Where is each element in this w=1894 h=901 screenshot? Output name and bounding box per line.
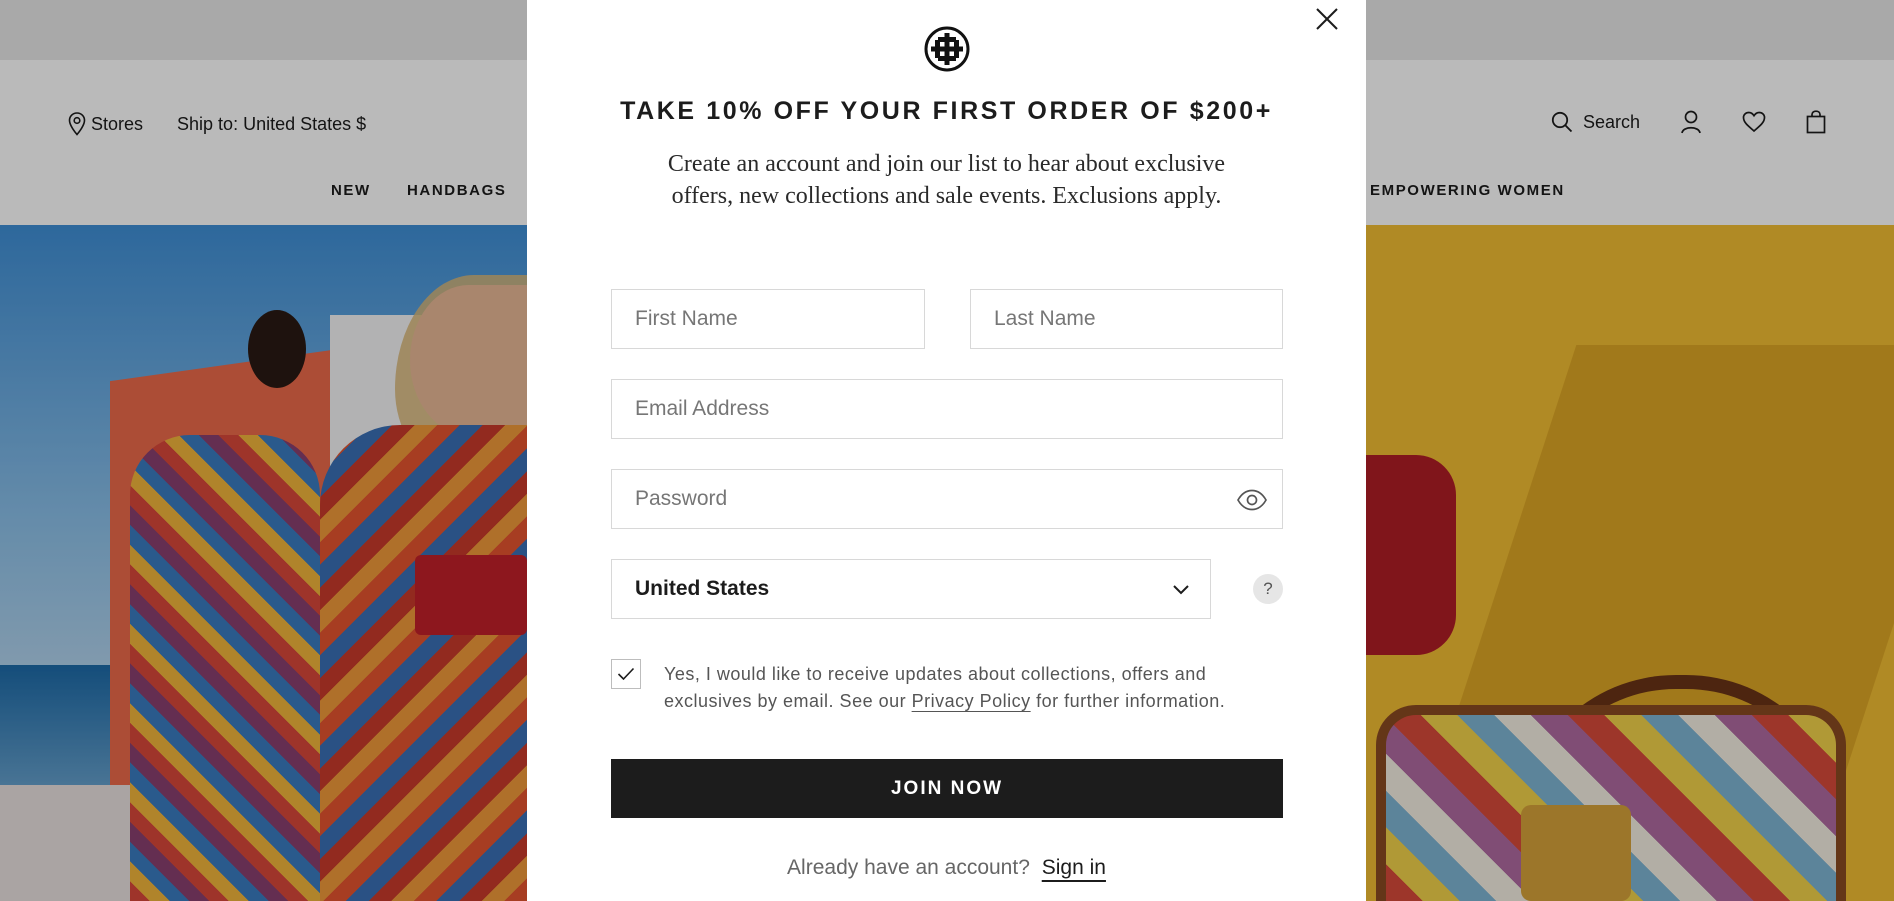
password-input[interactable] bbox=[612, 470, 1282, 528]
checkmark-icon bbox=[617, 667, 635, 681]
close-icon[interactable] bbox=[1314, 6, 1340, 32]
consent-text: Yes, I would like to receive updates abo… bbox=[664, 661, 1283, 715]
first-name-field-wrapper bbox=[611, 289, 925, 349]
chevron-down-icon bbox=[1172, 583, 1190, 595]
modal-title: TAKE 10% OFF YOUR FIRST ORDER OF $200+ bbox=[620, 97, 1273, 125]
privacy-policy-link[interactable]: Privacy Policy bbox=[912, 691, 1031, 711]
modal-subtitle: Create an account and join our list to h… bbox=[667, 151, 1226, 209]
show-password-eye-icon[interactable] bbox=[1236, 487, 1268, 513]
country-help-button[interactable]: ? bbox=[1253, 574, 1283, 604]
sign-in-link[interactable]: Sign in bbox=[1042, 856, 1106, 879]
signup-modal: TAKE 10% OFF YOUR FIRST ORDER OF $200+ C… bbox=[527, 0, 1366, 901]
signin-prompt: Already have an account? bbox=[787, 856, 1030, 879]
country-select-value: United States bbox=[635, 577, 770, 600]
last-name-input[interactable] bbox=[971, 290, 1282, 348]
country-select[interactable]: United States bbox=[611, 559, 1211, 619]
consent-checkbox[interactable] bbox=[611, 659, 641, 689]
consent-text-after: for further information. bbox=[1030, 691, 1226, 711]
brand-logo-icon bbox=[924, 26, 970, 72]
email-input[interactable] bbox=[612, 380, 1282, 438]
first-name-input[interactable] bbox=[612, 290, 924, 348]
password-field-wrapper bbox=[611, 469, 1283, 529]
email-field-wrapper bbox=[611, 379, 1283, 439]
signin-row: Already have an account? Sign in bbox=[527, 856, 1366, 880]
join-now-button[interactable]: JOIN NOW bbox=[611, 759, 1283, 818]
email-consent: Yes, I would like to receive updates abo… bbox=[611, 659, 1283, 719]
last-name-field-wrapper bbox=[970, 289, 1283, 349]
